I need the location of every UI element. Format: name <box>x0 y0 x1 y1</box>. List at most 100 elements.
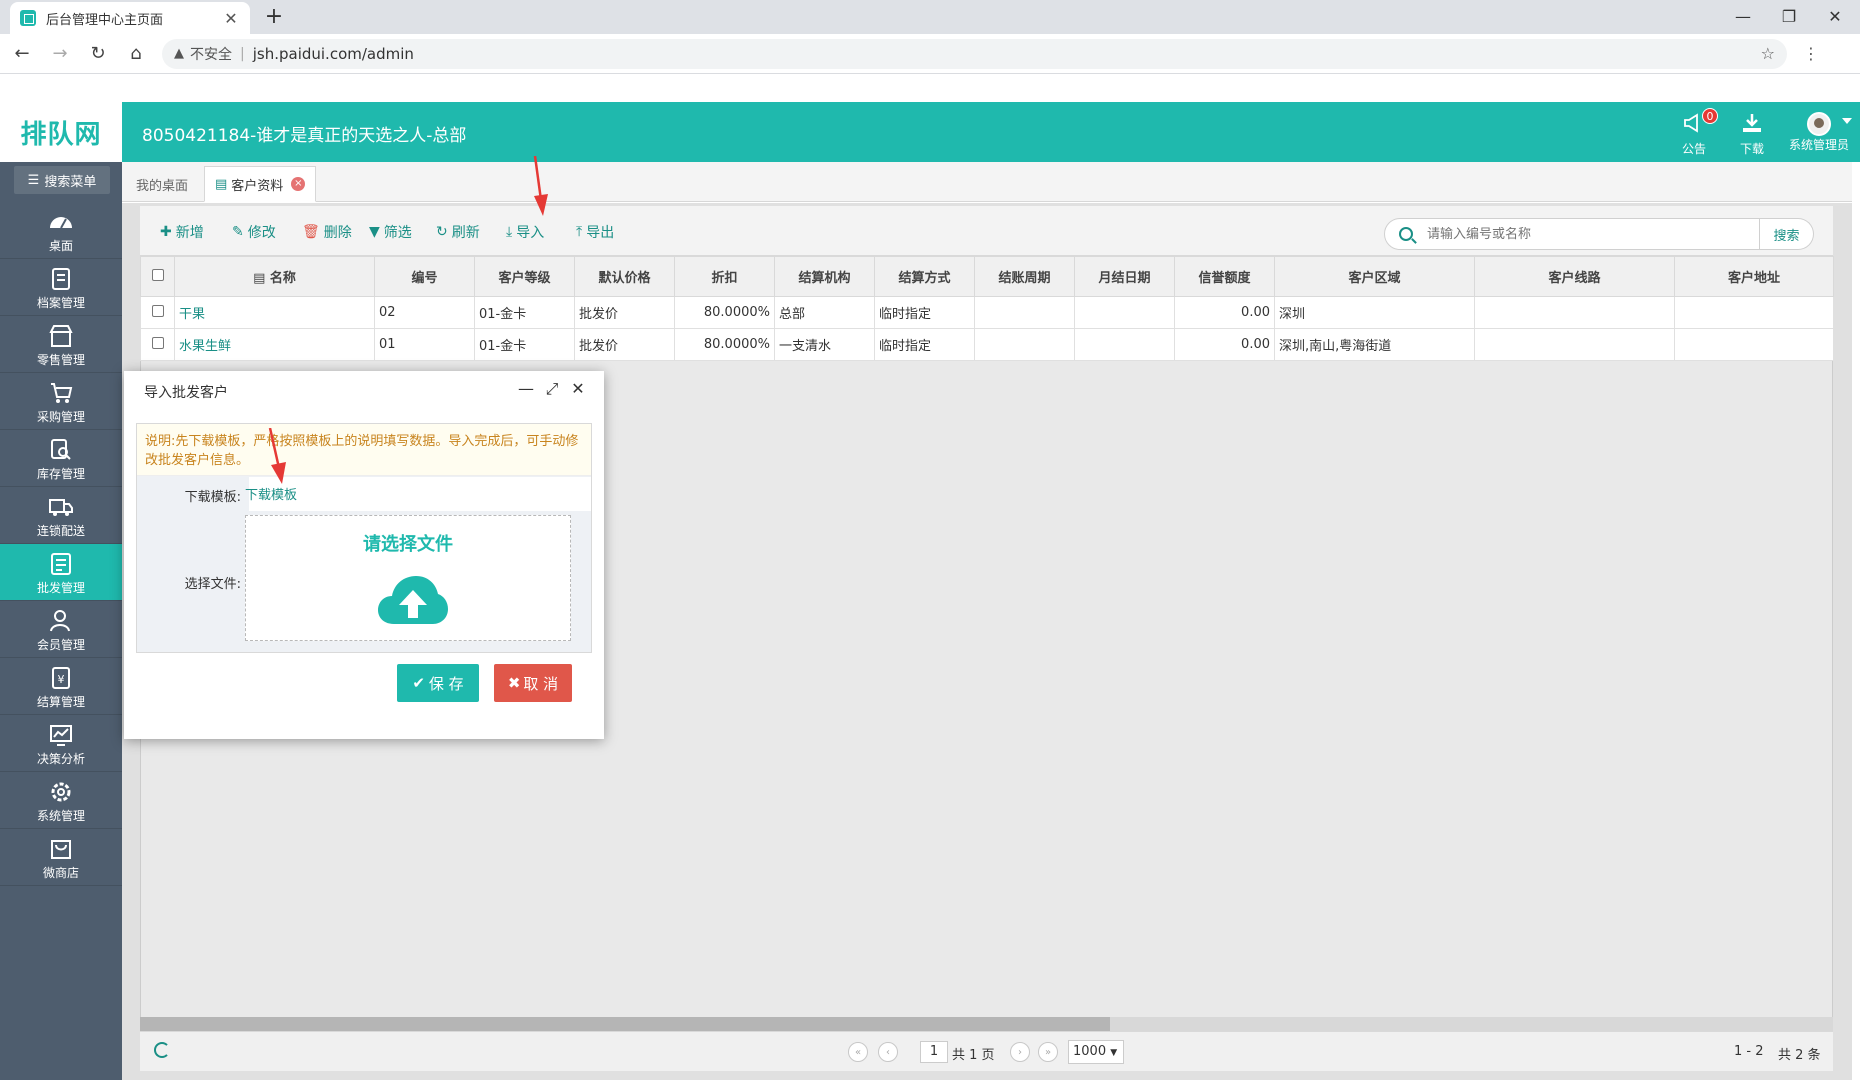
dialog-title: 导入批发客户 <box>144 385 228 401</box>
table-cell: 80.0000% <box>674 328 775 361</box>
megaphone-icon: 0 <box>1676 108 1718 140</box>
filter-button[interactable]: ▼ 筛选 <box>369 222 412 242</box>
browser-menu-icon[interactable]: ⋮ <box>1803 44 1819 63</box>
table-cell: 临时指定 <box>874 328 975 361</box>
settings-icon <box>48 780 74 804</box>
minimize-icon[interactable]: — <box>516 379 536 398</box>
table-cell <box>974 328 1075 361</box>
customer-name-link[interactable]: 水果生鲜 <box>174 328 375 361</box>
browser-tab[interactable]: 后台管理中心主页面 ✕ <box>10 2 250 34</box>
export-button[interactable]: ⤒ 导出 <box>576 222 614 242</box>
table-cell <box>1674 328 1834 361</box>
select-all-checkbox[interactable] <box>151 268 164 281</box>
cancel-button[interactable]: ✖ 取 消 <box>494 664 572 702</box>
column-header[interactable]: 结算机构 <box>774 256 875 297</box>
add-button[interactable]: ✚ 新增 <box>160 222 204 242</box>
column-header[interactable]: 客户区域 <box>1274 256 1475 297</box>
new-tab-icon[interactable]: + <box>262 4 286 29</box>
column-header[interactable]: 客户地址 <box>1674 256 1834 297</box>
svg-text:¥: ¥ <box>58 673 65 686</box>
column-header[interactable]: ▤ 名称 <box>174 256 375 297</box>
page-number-input[interactable]: 1 <box>920 1041 948 1063</box>
customer-name-link[interactable]: 干果 <box>174 296 375 329</box>
column-header[interactable]: 折扣 <box>674 256 775 297</box>
sidebar-item[interactable]: 批发管理 <box>0 544 122 601</box>
pager-refresh-icon[interactable] <box>154 1042 170 1058</box>
tab-close-icon[interactable]: × <box>291 177 306 191</box>
search-menu-button[interactable]: ☰ 搜索菜单 <box>14 166 110 194</box>
download-template-link[interactable]: 下载模板 <box>245 484 297 503</box>
column-header[interactable]: 信誉额度 <box>1174 256 1275 297</box>
row-checkbox-cell[interactable] <box>140 328 175 361</box>
minimize-icon[interactable]: — <box>1720 0 1766 32</box>
download-button[interactable]: 下载 <box>1734 112 1770 156</box>
close-icon[interactable]: ✕ <box>568 379 588 398</box>
delete-button[interactable]: 🗑 删除 <box>302 222 352 242</box>
column-header[interactable]: 结账周期 <box>974 256 1075 297</box>
table-cell: 01-金卡 <box>474 296 575 329</box>
refresh-label: 刷新 <box>451 225 480 241</box>
prev-page-icon[interactable]: ‹ <box>878 1042 898 1062</box>
column-header[interactable]: 客户线路 <box>1474 256 1675 297</box>
row-checkbox[interactable] <box>151 336 164 349</box>
last-page-icon[interactable]: » <box>1038 1042 1058 1062</box>
table-row[interactable]: 干果 02 01-金卡 批发价 80.0000% 总部 临时指定 0.00 深圳 <box>140 296 1834 329</box>
scrollbar-thumb[interactable] <box>140 1017 1110 1031</box>
sidebar-item[interactable]: ¥ 结算管理 <box>0 658 122 715</box>
next-page-icon[interactable]: › <box>1010 1042 1030 1062</box>
sidebar-item[interactable]: 系统管理 <box>0 772 122 829</box>
column-header[interactable]: 客户等级 <box>474 256 575 297</box>
sidebar-item[interactable]: 连锁配送 <box>0 487 122 544</box>
column-header-label: 编号 <box>411 271 438 286</box>
column-header[interactable]: 默认价格 <box>574 256 675 297</box>
forward-icon[interactable]: → <box>44 38 76 70</box>
horizontal-scrollbar[interactable] <box>140 1017 1833 1031</box>
tab-my-desktop[interactable]: 我的桌面 <box>126 166 198 202</box>
sidebar-item[interactable]: 采购管理 <box>0 373 122 430</box>
sidebar-item[interactable]: 微商店 <box>0 829 122 886</box>
edit-icon: ✎ <box>232 224 244 240</box>
row-checkbox-cell[interactable] <box>140 296 175 329</box>
home-icon[interactable]: ⌂ <box>120 38 152 70</box>
table-cell: 0.00 <box>1174 328 1275 361</box>
sidebar-item[interactable]: 库存管理 <box>0 430 122 487</box>
save-button[interactable]: ✔ 保 存 <box>397 664 479 702</box>
search-input[interactable] <box>1427 226 1727 242</box>
wholesale-icon <box>48 552 74 576</box>
tab-close-icon[interactable]: ✕ <box>222 9 240 28</box>
notice-button[interactable]: 0 公告 <box>1676 108 1718 156</box>
page-size-select[interactable]: 1000 ▼ <box>1068 1040 1124 1064</box>
select-all-checkbox-cell[interactable] <box>140 256 175 297</box>
sidebar-item[interactable]: 桌面 <box>0 202 122 259</box>
column-header[interactable]: 结算方式 <box>874 256 975 297</box>
tab-customer-info[interactable]: ▤ 客户资料 × <box>204 166 317 202</box>
edit-button[interactable]: ✎ 修改 <box>232 222 276 242</box>
bookmark-star-icon[interactable]: ☆ <box>1761 44 1775 63</box>
import-button[interactable]: ⤓ 导入 <box>506 222 544 242</box>
warning-icon: ▲ <box>174 46 184 61</box>
sidebar-item[interactable]: 会员管理 <box>0 601 122 658</box>
first-page-icon[interactable]: « <box>848 1042 868 1062</box>
column-header-label: 客户地址 <box>1727 271 1780 286</box>
table-cell <box>1674 296 1834 329</box>
back-icon[interactable]: ← <box>6 38 38 70</box>
reload-icon[interactable]: ↻ <box>82 38 114 70</box>
file-dropzone[interactable]: 请选择文件 <box>245 515 571 641</box>
restore-icon[interactable]: ❐ <box>1766 0 1812 32</box>
row-checkbox[interactable] <box>151 304 164 317</box>
close-window-icon[interactable]: ✕ <box>1812 0 1858 32</box>
url-field[interactable]: ▲ 不安全 | jsh.paidui.com/admin ☆ <box>162 38 1787 69</box>
table-cell: 0.00 <box>1174 296 1275 329</box>
column-header[interactable]: 月结日期 <box>1074 256 1175 297</box>
sidebar-item[interactable]: 决策分析 <box>0 715 122 772</box>
maximize-icon[interactable]: ⤢ <box>542 379 562 399</box>
sidebar-item[interactable]: 零售管理 <box>0 316 122 373</box>
table-cell <box>974 296 1075 329</box>
sidebar-item[interactable]: 档案管理 <box>0 259 122 316</box>
refresh-button[interactable]: ↻ 刷新 <box>436 222 480 242</box>
table-row[interactable]: 水果生鲜 01 01-金卡 批发价 80.0000% 一支清水 临时指定 0.00 深圳,南山,… <box>140 328 1834 361</box>
tab-label: 我的桌面 <box>136 178 189 194</box>
column-header[interactable]: 编号 <box>374 256 475 297</box>
user-dropdown-icon[interactable] <box>1842 118 1852 124</box>
search-button[interactable]: 搜索 <box>1760 218 1814 250</box>
